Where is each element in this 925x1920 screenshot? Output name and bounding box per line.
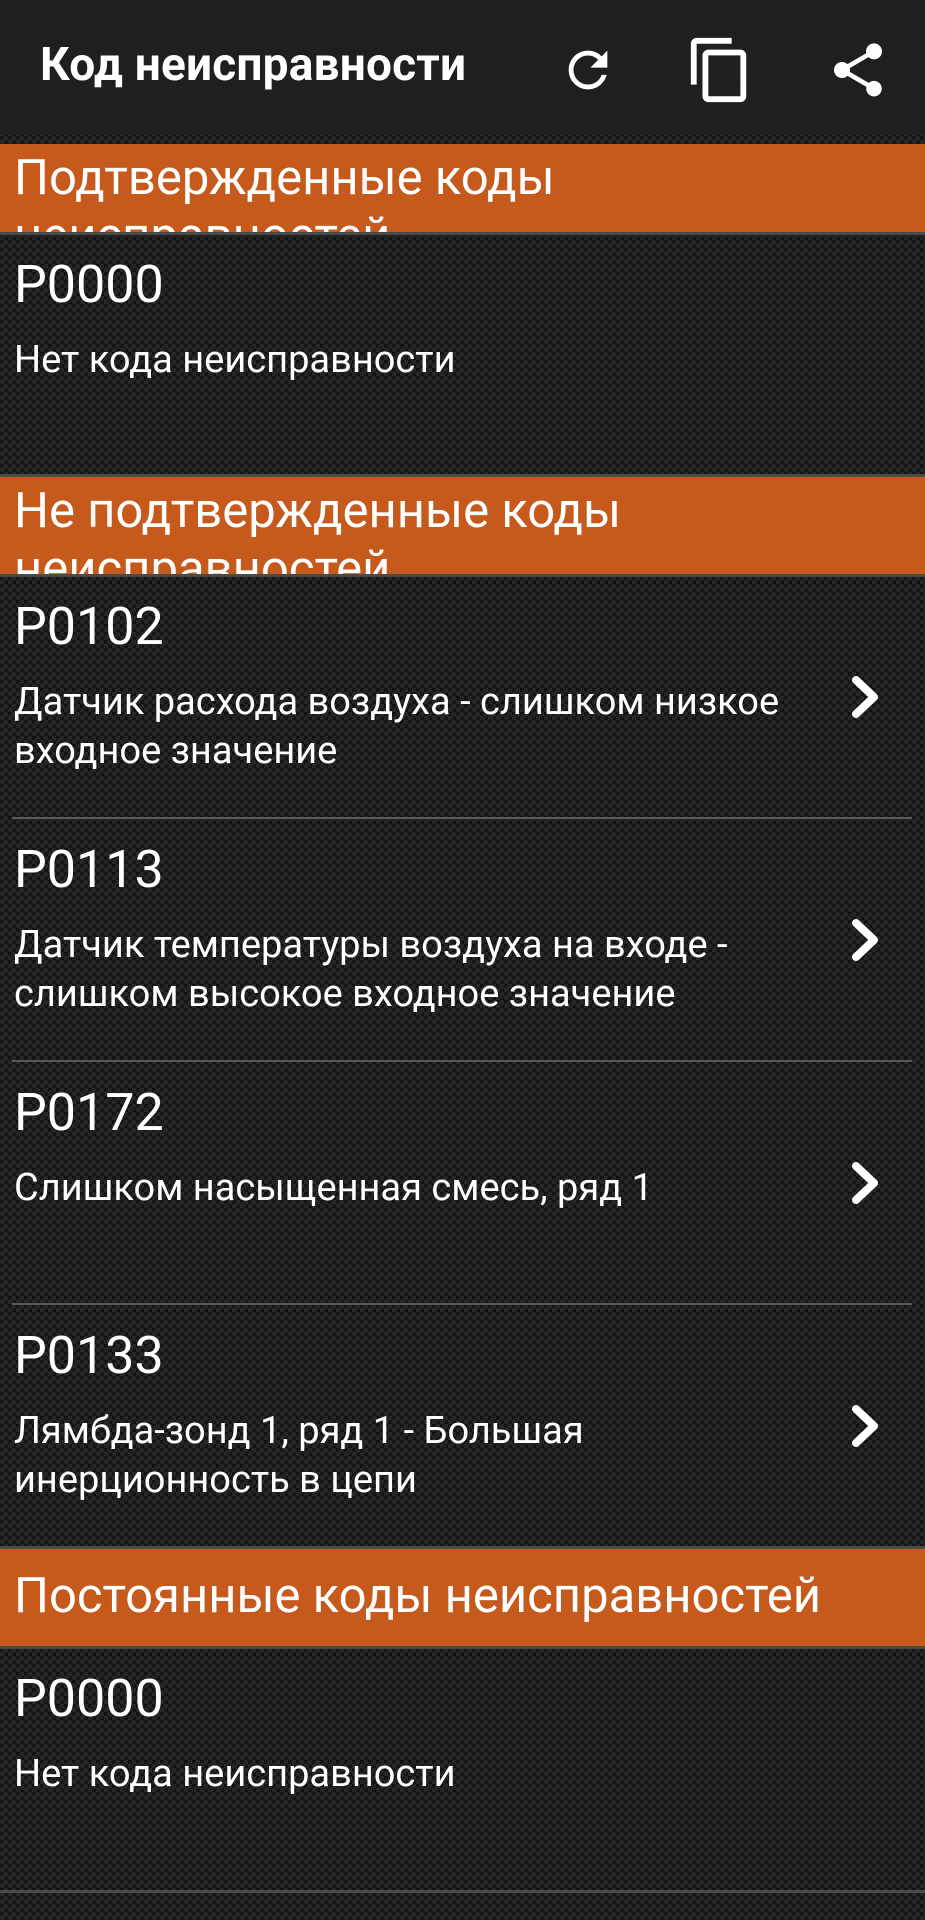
share-icon	[834, 43, 882, 97]
refresh-icon	[568, 50, 608, 90]
dtc-description: Слишком насыщенная смесь, ряд 1	[14, 1166, 653, 1210]
chevron-right-icon	[852, 1405, 878, 1447]
chevron-right-icon	[852, 1162, 878, 1204]
app-toolbar: Код неисправности	[0, 0, 925, 135]
dtc-code: P0000	[14, 254, 164, 315]
toolbar-title: Код неисправности	[40, 38, 467, 92]
copy-button[interactable]	[680, 30, 760, 110]
dtc-code: P0102	[14, 596, 164, 657]
divider	[12, 1303, 912, 1305]
screen: Код неисправности Подтвержденные коды не…	[0, 0, 925, 1920]
section-header-confirmed: Подтвержденные коды неисправностей	[0, 144, 925, 232]
section-header-unconfirmed: Не подтвержденные коды неисправностей	[0, 477, 925, 575]
dtc-code: P0113	[14, 839, 164, 900]
chevron-right-icon	[852, 919, 878, 961]
dtc-item: P0000 Нет кода неисправности	[0, 1649, 925, 1890]
divider	[0, 1890, 925, 1893]
dtc-item[interactable]: P0102 Датчик расхода воздуха - слишком н…	[0, 577, 925, 818]
dtc-code: P0000	[14, 1668, 164, 1729]
dtc-item: P0000 Нет кода неисправности	[0, 235, 925, 475]
dtc-code: P0172	[14, 1082, 164, 1143]
share-button[interactable]	[818, 30, 898, 110]
dtc-description: Датчик температуры воздуха на входе - сл…	[14, 923, 728, 1016]
dtc-item[interactable]: P0113 Датчик температуры воздуха на вход…	[0, 820, 925, 1061]
copy-icon	[690, 37, 747, 103]
dtc-code: P0133	[14, 1325, 164, 1386]
dtc-item[interactable]: P0133 Лямбда-зонд 1, ряд 1 - Большая ине…	[0, 1306, 925, 1547]
refresh-button[interactable]	[548, 30, 628, 110]
section-header-permanent: Постоянные коды неисправностей	[0, 1549, 925, 1646]
dtc-description: Датчик расхода воздуха - слишком низкое …	[14, 680, 780, 773]
dtc-item[interactable]: P0172 Слишком насыщенная смесь, ряд 1	[0, 1063, 925, 1304]
dtc-description: Нет кода неисправности	[14, 1752, 456, 1796]
dtc-description: Нет кода неисправности	[14, 338, 456, 382]
divider	[12, 1060, 912, 1062]
chevron-right-icon	[852, 676, 878, 718]
dtc-description: Лямбда-зонд 1, ряд 1 - Большая инерционн…	[14, 1409, 584, 1502]
divider	[12, 817, 912, 819]
